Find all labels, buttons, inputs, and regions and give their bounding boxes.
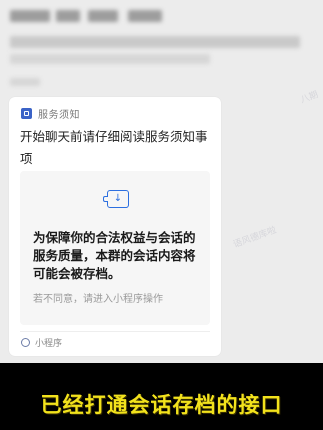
miniprogram-icon (21, 338, 30, 347)
miniprogram-label: 小程序 (35, 339, 63, 349)
notice-text: 为保障你的合法权益与会话的服务质量，本群的会话内容将可能会被存档。 (33, 230, 196, 281)
subtitle-bar: 已经打通会话存档的接口 (0, 363, 323, 430)
video-subtitle: 已经打通会话存档的接口 (40, 393, 283, 417)
watermark-text: 八期 (299, 90, 320, 106)
miniprogram-link[interactable]: 小程序 (21, 336, 62, 349)
archive-download-icon: ↓ (103, 190, 129, 208)
service-notice-card[interactable]: 服务须知 开始聊天前请仔细阅读服务须知事项 ↓ 为保障你的合法权益与会话的服务质… (9, 97, 221, 356)
service-icon (21, 107, 32, 119)
notice-panel: ↓ 为保障你的合法权益与会话的服务质量，本群的会话内容将可能会被存档。 若不同意… (20, 171, 210, 325)
service-name: 服务须知 (38, 109, 80, 121)
card-header: 服务须知 (21, 105, 80, 121)
watermark-text: 语风德库啦 (232, 225, 278, 251)
divider (20, 331, 210, 332)
notice-subtext: 若不同意，请进入小程序操作 (33, 294, 163, 305)
card-title: 开始聊天前请仔细阅读服务须知事项 (20, 129, 208, 166)
